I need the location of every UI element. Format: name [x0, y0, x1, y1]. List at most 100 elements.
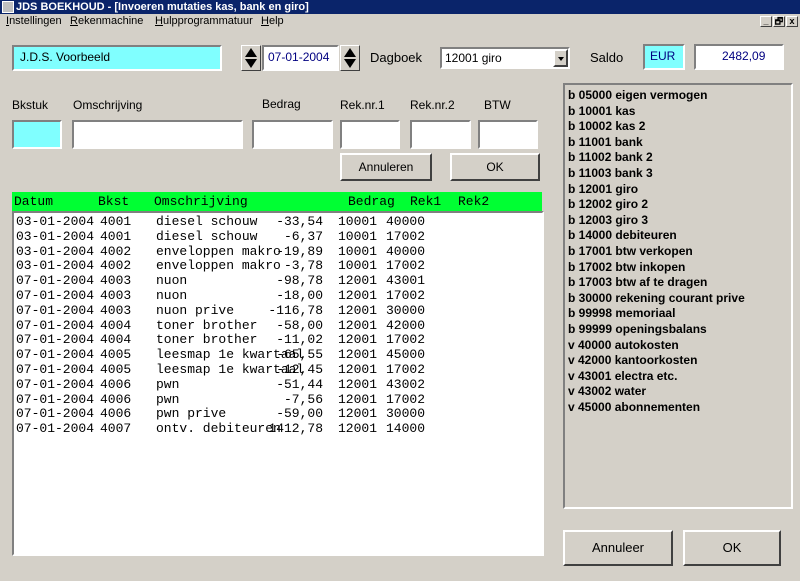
table-row[interactable]: 07-01-2004 4006 pwn prive -59,00 12001 30000	[14, 406, 542, 421]
date-prev-spinner[interactable]	[241, 45, 261, 71]
list-item[interactable]: b 05000 eigen vermogen	[568, 88, 707, 104]
row-rek1: 12001	[338, 288, 378, 303]
row-datum: 03-01-2004	[16, 214, 95, 229]
row-rek2: 30000	[386, 302, 426, 318]
list-item[interactable]: b 99999 openingsbalans	[568, 322, 707, 338]
ok-button[interactable]: OK	[683, 530, 781, 566]
table-row[interactable]: 07-01-2004 4005 leesmap 1e kwartaal -65,55 1…	[14, 347, 542, 362]
btw-input[interactable]	[478, 120, 538, 149]
row-rek2: 45000	[386, 347, 426, 363]
minimize-button[interactable]: _	[760, 16, 772, 27]
list-item[interactable]: b 12003 giro 3	[568, 213, 648, 229]
list-item[interactable]: b 17002 btw inkopen	[568, 260, 685, 276]
list-item[interactable]: v 40000 autokosten	[568, 338, 679, 354]
row-bkst: 4006	[100, 391, 132, 407]
restore-button[interactable]: 🗗	[773, 16, 785, 27]
list-item[interactable]: b 14000 debiteuren	[568, 228, 677, 244]
table-row[interactable]: 07-01-2004 4004 toner brother -11,02 12001 17…	[14, 332, 542, 347]
window-title: JDS BOEKHOUD - [Invoeren mutaties kas, b…	[16, 1, 309, 13]
row-omschrijving: nuon prive	[156, 302, 235, 318]
menu-instellingen[interactable]: Instellingen	[6, 14, 62, 28]
omschrijving-input[interactable]	[72, 120, 243, 149]
row-bkst: 4005	[100, 362, 132, 377]
list-item[interactable]: b 30000 rekening courant prive	[568, 291, 745, 307]
row-bedrag: -7,56	[283, 391, 323, 407]
table-row[interactable]: 07-01-2004 4003 nuon -98,78 12001 43001	[14, 273, 542, 288]
title-bar: JDS BOEKHOUD - [Invoeren mutaties kas, b…	[0, 0, 800, 14]
row-omschrijving: nuon	[156, 273, 188, 289]
date-field[interactable]: 07-01-2004	[262, 45, 339, 71]
app-icon[interactable]	[2, 1, 14, 13]
table-row[interactable]: 07-01-2004 4006 pwn -7,56 12001 17002	[14, 392, 542, 407]
list-item[interactable]: b 10002 kas 2	[568, 119, 645, 135]
row-rek1: 12001	[338, 332, 378, 348]
table-row[interactable]: 07-01-2004 4007 ontv. debiteuren 1412,78 120…	[14, 421, 542, 436]
table-row[interactable]: 07-01-2004 4004 toner brother -58,00 12001 42…	[14, 318, 542, 333]
saldo-value: 2482,09	[722, 49, 766, 63]
bkstuk-input[interactable]	[12, 120, 62, 149]
row-datum: 07-01-2004	[16, 347, 95, 363]
row-bkst: 4001	[100, 228, 132, 244]
bkstuk-label: Bkstuk	[12, 98, 49, 112]
list-item[interactable]: b 99998 memoriaal	[568, 306, 675, 322]
row-bedrag: -58,00	[276, 317, 323, 333]
annuleer-button[interactable]: Annuleer	[563, 530, 673, 566]
mutations-grid[interactable]: 03-01-2004 4001 diesel schouw -33,54 10001 40…	[12, 211, 544, 556]
table-row[interactable]: 07-01-2004 4003 nuon prive -116,78 12001 3000…	[14, 303, 542, 318]
row-bedrag: -59,00	[276, 406, 323, 422]
table-row[interactable]: 03-01-2004 4002 enveloppen makro -19,89 1000…	[14, 244, 542, 259]
row-omschrijving: diesel schouw	[156, 228, 258, 244]
list-item[interactable]: b 12002 giro 2	[568, 197, 648, 213]
dagboek-select[interactable]: 12001 giro	[440, 47, 570, 69]
list-item[interactable]: b 10001 kas	[568, 104, 635, 120]
list-item[interactable]: v 43001 electra etc.	[568, 369, 677, 385]
table-row[interactable]: 07-01-2004 4005 leesmap 1e kwartaal -12,45 1…	[14, 362, 542, 377]
close-button[interactable]: x	[786, 16, 798, 27]
company-field: J.D.S. Voorbeeld	[12, 45, 222, 71]
menu-hulpprogrammatuur[interactable]: Hulpprogrammatuur	[155, 14, 253, 28]
rek1-label: Rek.nr.1	[340, 98, 385, 112]
row-datum: 07-01-2004	[16, 391, 95, 407]
row-rek2: 17002	[386, 332, 426, 348]
entry-ok-button[interactable]: OK	[450, 153, 540, 181]
rek1-input[interactable]	[340, 120, 400, 149]
list-item[interactable]: v 42000 kantoorkosten	[568, 353, 697, 369]
dagboek-dropdown-button[interactable]	[553, 49, 568, 67]
table-row[interactable]: 03-01-2004 4002 enveloppen makro -3,78 10001…	[14, 258, 542, 273]
row-rek2: 14000	[386, 421, 426, 437]
table-row[interactable]: 07-01-2004 4003 nuon -18,00 12001 17002	[14, 288, 542, 303]
row-rek2: 30000	[386, 406, 426, 422]
row-omschrijving: pwn prive	[156, 406, 227, 422]
row-omschrijving: toner brother	[156, 317, 258, 333]
list-item[interactable]: v 43002 water	[568, 384, 646, 400]
arrow-up-icon	[245, 48, 257, 57]
table-row[interactable]: 07-01-2004 4006 pwn -51,44 12001 43002	[14, 377, 542, 392]
list-item[interactable]: b 12001 giro	[568, 182, 638, 198]
table-row[interactable]: 03-01-2004 4001 diesel schouw -33,54 10001 40…	[14, 214, 542, 229]
col-omschrijving: Omschrijving	[154, 194, 248, 209]
row-rek1: 12001	[338, 421, 378, 437]
list-item[interactable]: v 45000 abonnementen	[568, 400, 700, 416]
row-rek1: 12001	[338, 302, 378, 318]
arrow-down-icon	[344, 59, 356, 68]
bedrag-input[interactable]	[252, 120, 333, 149]
list-item[interactable]: b 17001 btw verkopen	[568, 244, 693, 260]
accounts-list[interactable]: b 05000 eigen vermogen b 10001 kas b 10002…	[563, 83, 793, 509]
col-bedrag: Bedrag	[348, 194, 395, 209]
list-item[interactable]: b 17003 btw af te dragen	[568, 275, 707, 291]
row-datum: 07-01-2004	[16, 288, 95, 303]
list-item[interactable]: b 11003 bank 3	[568, 166, 653, 182]
list-item[interactable]: b 11001 bank	[568, 135, 643, 151]
row-omschrijving: toner brother	[156, 332, 258, 348]
table-row[interactable]: 03-01-2004 4001 diesel schouw -6,37 10001 170…	[14, 229, 542, 244]
btw-label: BTW	[484, 98, 511, 112]
date-next-spinner[interactable]	[340, 45, 360, 71]
rek2-input[interactable]	[410, 120, 471, 149]
menu-rekenmachine[interactable]: Rekenmachine	[70, 14, 143, 28]
annuleren-button[interactable]: Annuleren	[340, 153, 432, 181]
date-value: 07-01-2004	[268, 50, 330, 64]
row-bedrag: -116,78	[268, 302, 323, 318]
row-rek1: 10001	[338, 258, 378, 274]
list-item[interactable]: b 11002 bank 2	[568, 150, 653, 166]
menu-help[interactable]: Help	[261, 14, 284, 28]
